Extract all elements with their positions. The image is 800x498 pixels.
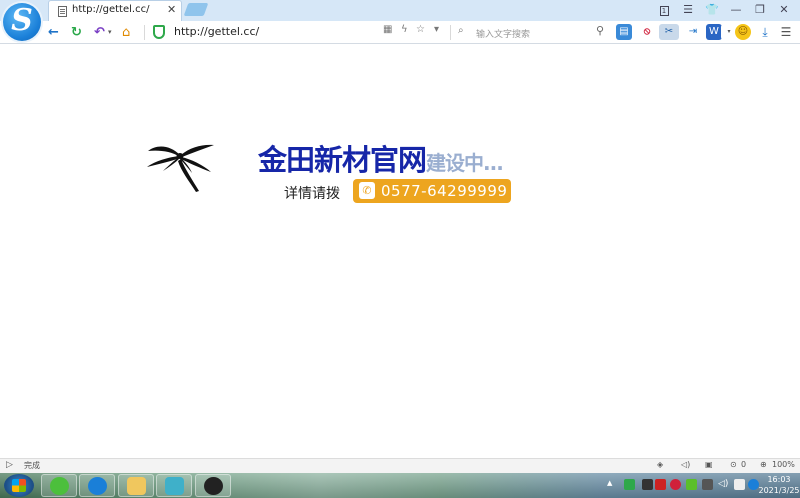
clock-date: 2021/3/25 [758, 486, 800, 495]
undo-dropdown-icon[interactable]: ▾ [108, 24, 112, 41]
download-icon[interactable]: ⤓ [757, 24, 773, 40]
wechat-icon [50, 477, 69, 495]
folder-icon [127, 477, 146, 495]
close-window-button[interactable]: ✕ [772, 2, 796, 18]
app-icon [165, 477, 184, 495]
status-bar: ▷ 完成 ◈ ◁) ▣ ⊙ 0 ⊕ 100% [0, 458, 800, 473]
taskbar-wechat[interactable] [41, 474, 77, 497]
tab-close-icon[interactable]: ✕ [167, 3, 176, 16]
phone-badge: ✆ 0577-64299999 [353, 179, 511, 203]
qr-code-icon[interactable]: ▦ [383, 24, 392, 35]
screenshot-scissors-icon[interactable]: ✂ [659, 24, 679, 40]
search-engine-icon[interactable]: ⌕ [458, 25, 464, 36]
address-dropdown-icon[interactable]: ▾ [434, 24, 439, 35]
restore-button[interactable]: ❐ [748, 2, 772, 18]
page-content: 金田新材官网建设中... 详情请拨 ✆ 0577-64299999 [0, 45, 800, 458]
tray-app-icon[interactable] [642, 479, 653, 490]
sogou-browser-icon [88, 477, 107, 495]
sidebar-toggle-icon[interactable]: ▷ [6, 460, 13, 470]
windows-logo-icon [12, 479, 26, 492]
toolbar: ← ↻ ↶ ▾ ⌂ [0, 21, 800, 44]
undo-close-tab-icon[interactable]: ↶ [94, 24, 105, 41]
tray-expand-icon[interactable]: ▲ [607, 479, 618, 490]
tab-strip: http://gettel.cc/ ✕ 1 ☰ 👕 — ❐ ✕ [0, 0, 800, 21]
taskbar-app[interactable] [156, 474, 192, 497]
tab-title: http://gettel.cc/ [72, 4, 150, 15]
menu-icon[interactable]: ☰ [676, 2, 700, 18]
start-button[interactable] [4, 474, 34, 497]
brand-heading: 金田新材官网建设中... [258, 137, 504, 179]
phone-number: 0577-64299999 [381, 182, 508, 200]
input-method-icon[interactable] [734, 479, 745, 490]
security-shield-icon[interactable] [153, 25, 165, 39]
bookmark-star-icon[interactable]: ☆ [416, 24, 425, 35]
tab-count-button[interactable]: 1 [652, 2, 676, 18]
translate-icon[interactable]: W [706, 24, 722, 40]
contact-label: 详情请拨 [284, 186, 340, 202]
taskbar-sogou-browser[interactable] [79, 474, 115, 497]
fast-mode-icon[interactable]: ϟ [401, 24, 408, 35]
downloads-status-icon[interactable]: ⊙ [730, 460, 737, 469]
minimize-button[interactable]: — [724, 2, 748, 18]
taskbar-explorer[interactable] [118, 474, 154, 497]
clock-time: 16:03 [767, 475, 791, 484]
tray-app-icon[interactable] [655, 479, 666, 490]
divider [144, 25, 145, 40]
skin-icon[interactable]: 👕 [700, 2, 724, 18]
phone-icon: ✆ [359, 182, 375, 199]
more-icon[interactable]: ☰ [778, 24, 794, 40]
zoom-level[interactable]: 100% [772, 460, 795, 469]
address-bar[interactable]: http://gettel.cc/ [174, 25, 259, 38]
ad-block-icon[interactable]: ⦸ [639, 24, 655, 40]
window-controls: 1 ☰ 👕 — ❐ ✕ [652, 2, 796, 18]
system-clock[interactable]: 16:03 2021/3/25 [758, 474, 800, 496]
search-input[interactable]: 输入文字搜索 [476, 27, 530, 40]
security-tray-icon[interactable] [624, 479, 635, 490]
status-text: 完成 [24, 461, 40, 470]
emoji-icon[interactable]: ☺ [735, 24, 751, 40]
brand-subtitle: 建设中... [426, 151, 504, 175]
downloads-count: 0 [741, 460, 747, 469]
page-icon [58, 6, 67, 17]
refresh-icon[interactable]: ↻ [71, 24, 82, 41]
reader-icon[interactable]: ▤ [616, 24, 632, 40]
browser-logo-icon[interactable]: S [3, 3, 41, 41]
back-icon[interactable]: ← [48, 24, 59, 41]
tray-app-icon[interactable] [670, 479, 681, 490]
qq-icon [204, 477, 223, 495]
login-icon[interactable]: ⇥ [685, 24, 701, 40]
search-icon[interactable]: ⚲ [596, 24, 604, 37]
tray-app-icon[interactable] [686, 479, 697, 490]
dragonfly-logo-icon [147, 144, 214, 192]
volume-page-icon[interactable]: ◁) [681, 460, 690, 469]
taskbar: ▲ ◁) 16:03 2021/3/25 [0, 473, 800, 498]
lock-icon[interactable]: ▣ [705, 460, 713, 469]
security-status-icon[interactable]: ◈ [657, 460, 663, 469]
new-tab-button[interactable] [183, 3, 209, 16]
taskbar-qq[interactable] [195, 474, 231, 497]
tab-active[interactable]: http://gettel.cc/ ✕ [48, 0, 182, 21]
divider [450, 25, 451, 40]
home-icon[interactable]: ⌂ [122, 24, 130, 41]
brand-title: 金田新材官网 [258, 143, 427, 177]
zoom-icon[interactable]: ⊕ [760, 460, 767, 469]
browser-window: http://gettel.cc/ ✕ 1 ☰ 👕 — ❐ ✕ S ← ↻ ↶ … [0, 0, 800, 498]
search-box[interactable]: ⌕ 输入文字搜索 ⚲ [454, 24, 606, 41]
network-icon[interactable] [702, 479, 713, 490]
volume-icon[interactable]: ◁) [718, 479, 729, 490]
